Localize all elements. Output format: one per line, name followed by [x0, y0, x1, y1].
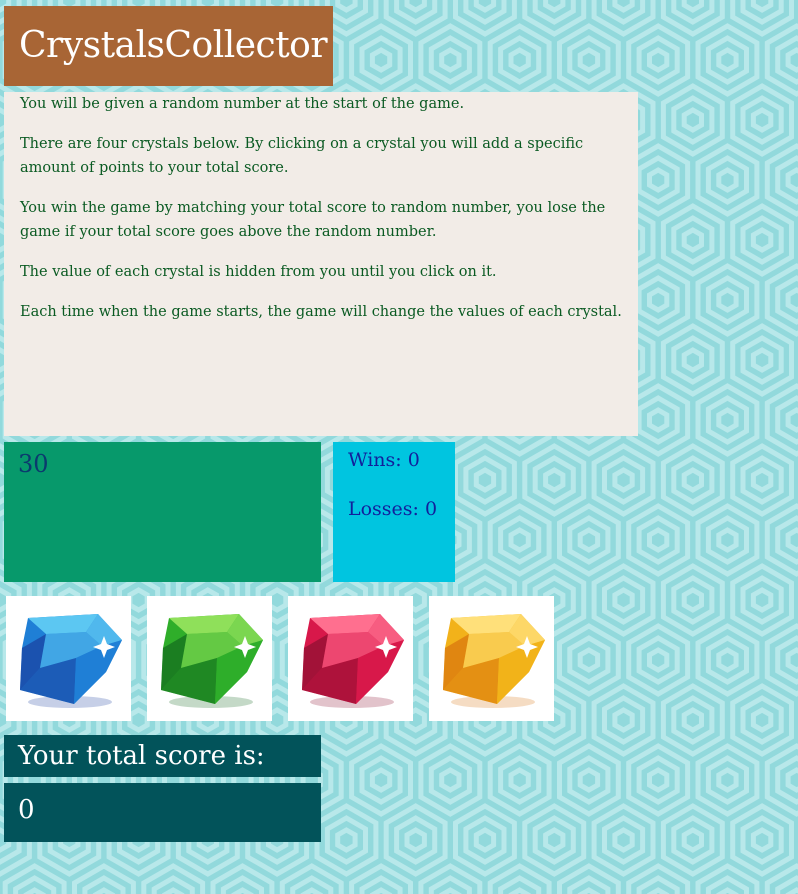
losses-count: Losses: 0	[348, 498, 438, 520]
instructions-panel: You will be given a random number at the…	[4, 92, 638, 436]
instruction-line: You will be given a random number at the…	[20, 96, 465, 112]
random-number-panel: 30	[4, 442, 321, 582]
crystal-button-blue[interactable]	[6, 596, 131, 721]
yellow-gem-icon	[443, 614, 545, 708]
blue-gem-icon	[20, 614, 122, 708]
stats-panel: Wins: 0 Losses: 0	[333, 442, 455, 582]
instruction-line: There are four crystals below. By clicki…	[20, 136, 584, 176]
total-score: 0	[4, 783, 321, 842]
score-label: Your total score is:	[4, 735, 321, 777]
green-gem-icon	[161, 614, 263, 708]
instruction-line: The value of each crystal is hidden from…	[20, 264, 497, 280]
red-gem-icon	[302, 614, 404, 708]
crystal-button-red[interactable]	[288, 596, 413, 721]
instruction-line: You win the game by matching your total …	[20, 200, 606, 240]
app-title: CrystalsCollector	[4, 6, 333, 86]
instruction-line: Each time when the game starts, the game…	[20, 304, 622, 320]
crystal-button-green[interactable]	[147, 596, 272, 721]
random-number: 30	[18, 450, 49, 478]
wins-count: Wins: 0	[348, 449, 420, 471]
crystal-button-yellow[interactable]	[429, 596, 554, 721]
